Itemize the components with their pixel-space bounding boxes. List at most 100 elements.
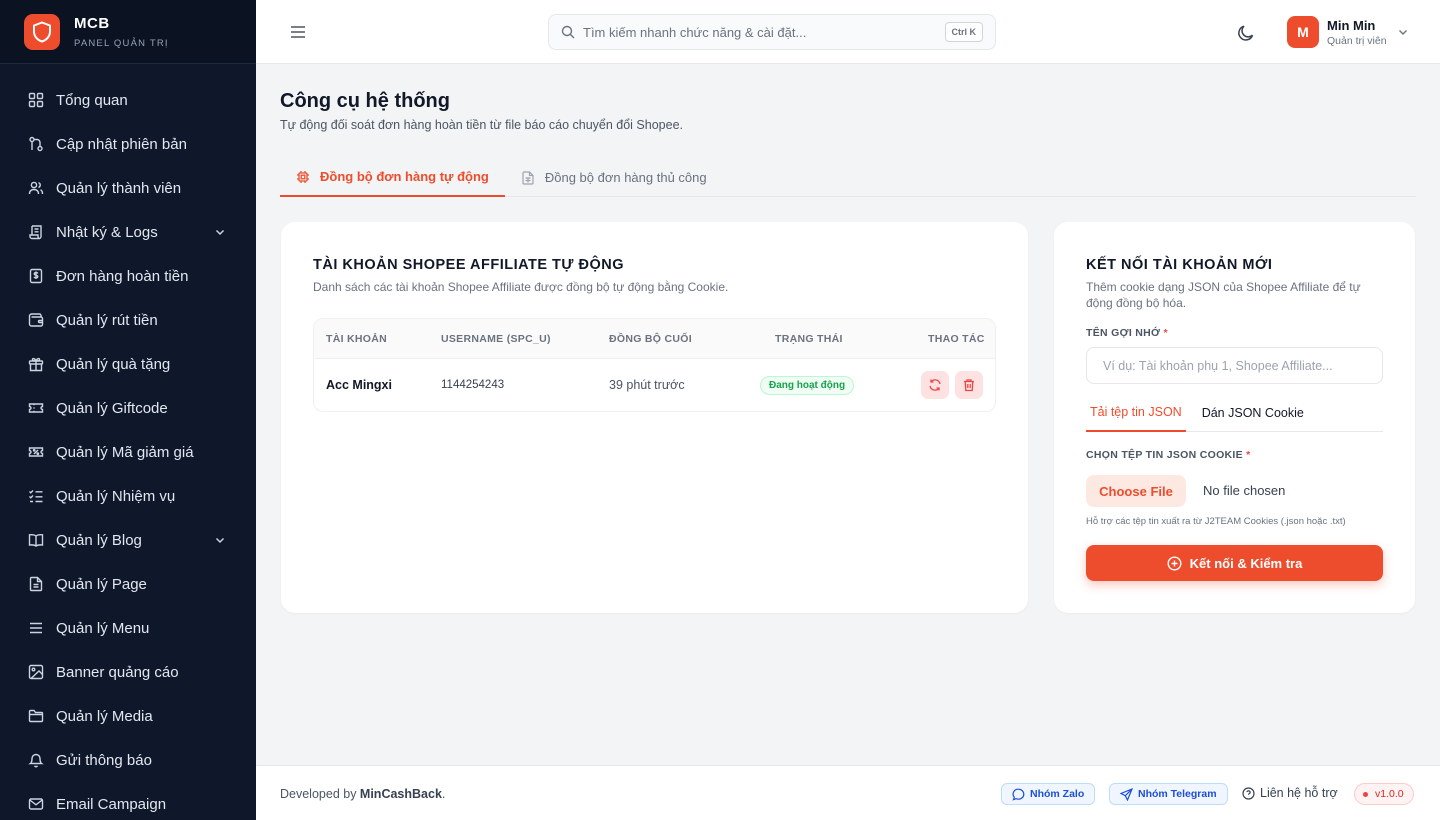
sidebar-item-email-campaign[interactable]: Email Campaign (0, 782, 256, 820)
sync-account-button[interactable] (921, 371, 949, 399)
search-input[interactable] (583, 24, 945, 40)
nickname-input[interactable] (1086, 347, 1383, 384)
brand-name: MCB (74, 14, 110, 32)
brand[interactable]: MCB PANEL QUẢN TRỊ (0, 0, 256, 64)
trash-icon (964, 379, 974, 392)
cpu-chip-icon (297, 170, 309, 183)
sidebar-item-cap-nhat[interactable]: Cập nhật phiên bản (0, 122, 256, 166)
credit-prefix: Developed by (280, 787, 360, 801)
file-spreadsheet-icon (522, 170, 534, 185)
sidebar-nav: Tổng quan Cập nhật phiên bản Quản lý thà… (0, 64, 256, 820)
connect-check-button[interactable]: Kết nối & Kiểm tra (1086, 545, 1383, 581)
version-text: v1.0.0 (1375, 788, 1404, 800)
sidebar-item-banner[interactable]: Banner quảng cáo (0, 650, 256, 694)
mail-icon (28, 796, 44, 812)
sidebar: MCB PANEL QUẢN TRỊ Tổng quan Cập nhật ph… (0, 0, 256, 820)
sidebar-item-rut-tien[interactable]: Quản lý rút tiền (0, 298, 256, 342)
shield-logo-icon (24, 13, 60, 50)
column-header-account: TÀI KHOẢN (326, 333, 388, 345)
sidebar-item-thanh-vien[interactable]: Quản lý thành viên (0, 166, 256, 210)
sidebar-item-label: Quản lý quà tặng (56, 355, 171, 373)
sidebar-item-qua-tang[interactable]: Quản lý quà tặng (0, 342, 256, 386)
footer: Developed by MinCashBack. Nhóm Zalo Nhóm… (256, 765, 1440, 820)
file-icon (28, 576, 44, 592)
search-bar[interactable]: Ctrl K (548, 14, 996, 50)
book-icon (28, 532, 44, 548)
link-label: Nhóm Zalo (1030, 788, 1085, 800)
telegram-group-link[interactable]: Nhóm Telegram (1109, 783, 1228, 805)
sidebar-item-label: Quản lý Blog (56, 531, 142, 549)
sidebar-item-label: Email Campaign (56, 795, 167, 813)
tab-manual-sync[interactable]: Đồng bộ đơn hàng thủ công (505, 158, 723, 197)
sidebar-item-page[interactable]: Quản lý Page (0, 562, 256, 606)
sidebar-item-label: Quản lý Mã giảm giá (56, 443, 194, 461)
git-branch-icon (28, 136, 44, 152)
sidebar-item-label: Gửi thông báo (56, 751, 152, 769)
sidebar-item-don-hang[interactable]: Đơn hàng hoàn tiền (0, 254, 256, 298)
file-hint: Hỗ trợ các tệp tin xuất ra từ J2TEAM Coo… (1086, 516, 1346, 527)
sidebar-item-label: Quản lý Menu (56, 619, 150, 637)
image-icon (28, 664, 44, 680)
brand-subtitle: PANEL QUẢN TRỊ (74, 37, 169, 49)
sidebar-item-label: Đơn hàng hoàn tiền (56, 267, 189, 285)
sidebar-item-ma-giam-gia[interactable]: Quản lý Mã giảm giá (0, 430, 256, 474)
choose-file-button[interactable]: Choose File (1086, 475, 1186, 507)
checklist-icon (28, 488, 44, 504)
label-text: TÊN GỢI NHỚ (1086, 327, 1161, 339)
top-header: Ctrl K M Min Min Quản trị viên (256, 0, 1440, 64)
button-label: Kết nối & Kiểm tra (1189, 555, 1303, 571)
sidebar-item-label: Tổng quan (56, 91, 128, 109)
user-role: Quản trị viên (1327, 34, 1387, 47)
send-icon (1120, 787, 1133, 801)
moon-icon[interactable] (1236, 23, 1256, 43)
zalo-group-link[interactable]: Nhóm Zalo (1001, 783, 1096, 805)
column-header-actions: THAO TÁC (928, 333, 985, 345)
version-badge: v1.0.0 (1354, 783, 1414, 805)
gift-icon (28, 356, 44, 372)
sidebar-item-thong-bao[interactable]: Gửi thông báo (0, 738, 256, 782)
sidebar-item-label: Cập nhật phiên bản (56, 135, 187, 153)
chevron-down-icon (215, 229, 225, 236)
status-dot (1363, 791, 1368, 797)
account-username: 1144254243 (441, 379, 505, 391)
sidebar-item-label: Quản lý Nhiệm vụ (56, 487, 176, 505)
hamburger-menu-icon[interactable] (290, 24, 306, 40)
table-row: Acc Mingxi 1144254243 39 phút trước Đang… (314, 359, 995, 411)
grid-icon (28, 92, 44, 108)
sidebar-item-label: Quản lý Giftcode (56, 399, 168, 417)
sidebar-item-label: Quản lý Page (56, 575, 147, 593)
sidebar-item-tong-quan[interactable]: Tổng quan (0, 78, 256, 122)
folder-icon (28, 708, 44, 724)
account-name: Acc Mingxi (326, 378, 392, 392)
delete-account-button[interactable] (955, 371, 983, 399)
nickname-label: TÊN GỢI NHỚ * (1086, 327, 1168, 339)
status-badge: Đang hoạt động (760, 376, 855, 395)
column-header-status: TRẠNG THÁI (775, 333, 843, 345)
sidebar-item-nhiem-vu[interactable]: Quản lý Nhiệm vụ (0, 474, 256, 518)
sidebar-item-label: Banner quảng cáo (56, 663, 179, 681)
json-file-label: CHỌN TỆP TIN JSON COOKIE * (1086, 449, 1251, 461)
card-description: Thêm cookie dạng JSON của Shopee Affilia… (1086, 279, 1361, 311)
file-status-text: No file chosen (1203, 483, 1286, 498)
sidebar-item-giftcode[interactable]: Quản lý Giftcode (0, 386, 256, 430)
tab-paste-json[interactable]: Dán JSON Cookie (1198, 394, 1308, 432)
card-title: KẾT NỐI TÀI KHOẢN MỚI (1086, 257, 1273, 273)
plus-circle-icon (1167, 555, 1182, 571)
coupon-icon (28, 444, 44, 460)
tab-label: Đồng bộ đơn hàng thủ công (544, 170, 707, 185)
support-link[interactable]: Liên hệ hỗ trợ (1242, 786, 1338, 800)
credit-suffix: . (441, 787, 446, 801)
user-menu[interactable]: M Min Min Quản trị viên (1287, 16, 1409, 48)
dollar-receipt-icon (28, 268, 44, 284)
table-header: TÀI KHOẢN USERNAME (SPC_U) ĐỒNG BỘ CUỐI … (314, 319, 995, 359)
tab-auto-sync[interactable]: Đồng bộ đơn hàng tự động (280, 158, 505, 197)
sidebar-item-blog[interactable]: Quản lý Blog (0, 518, 256, 562)
sidebar-item-nhat-ky[interactable]: Nhật ký & Logs (0, 210, 256, 254)
user-name: Min Min (1327, 17, 1376, 33)
sidebar-item-media[interactable]: Quản lý Media (0, 694, 256, 738)
tab-upload-json[interactable]: Tải tệp tin JSON (1086, 394, 1186, 432)
link-label: Nhóm Telegram (1138, 788, 1217, 800)
refresh-icon (929, 379, 941, 391)
sidebar-item-menu[interactable]: Quản lý Menu (0, 606, 256, 650)
link-label: Liên hệ hỗ trợ (1260, 786, 1338, 800)
